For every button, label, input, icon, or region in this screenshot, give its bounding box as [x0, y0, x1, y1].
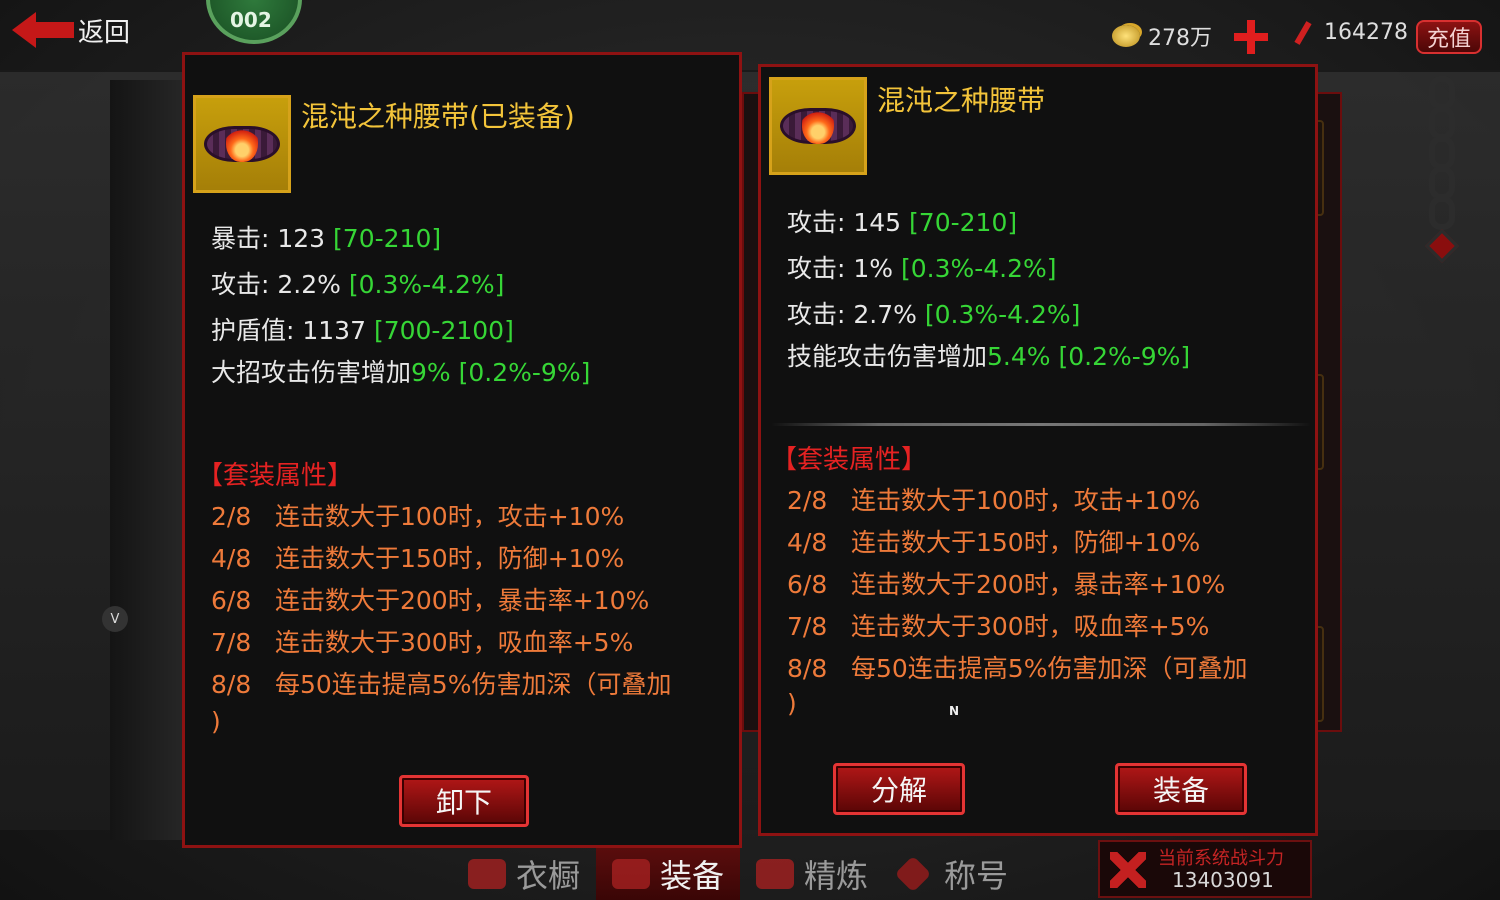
stat-line: 暴击: 123 [70-210] — [211, 224, 442, 253]
equipped-item-panel: 混沌之种腰带(已装备) 暴击: 123 [70-210] 攻击: 2.2% [0… — [182, 52, 742, 848]
set-bonus-line: 6/8 连击数大于200时，暴击率+10% — [211, 586, 650, 615]
set-attributes-header: 【套装属性】 — [197, 461, 354, 491]
back-label: 返回 — [78, 17, 131, 48]
set-bonus-line: 6/8 连击数大于200时，暴击率+10% — [787, 570, 1226, 599]
belt-icon — [769, 77, 867, 175]
tab-title[interactable]: 称号 — [884, 848, 1024, 900]
tab-equipment[interactable]: 装备 — [596, 848, 741, 900]
back-button[interactable]: 返回 — [12, 8, 130, 52]
combat-power-box: 当前系统战斗力 13403091 — [1098, 840, 1312, 898]
stat-line: 攻击: 1% [0.3%-4.2%] — [787, 254, 1057, 283]
decompose-button[interactable]: 分解 — [833, 763, 965, 815]
flame-icon — [802, 104, 834, 144]
back-arrow-icon — [12, 12, 36, 48]
back-arrow-tail — [34, 22, 74, 38]
equip-button[interactable]: 装备 — [1115, 763, 1247, 815]
set-bonus-continuation: ) — [211, 707, 221, 736]
set-bonus-line: 8/8 每50连击提高5%伤害加深（可叠加 — [787, 654, 1248, 683]
combat-power-label: 当前系统战斗力 — [1158, 848, 1284, 869]
flame-icon — [226, 122, 258, 162]
set-bonus-continuation: ) — [787, 689, 797, 718]
vip-toggle[interactable]: V — [102, 606, 128, 632]
set-bonus-line: 7/8 连击数大于300时，吸血率+5% — [211, 628, 634, 657]
coin-icon — [1112, 25, 1140, 47]
set-bonus-line: 2/8 连击数大于100时，攻击+10% — [787, 486, 1201, 515]
recharge-button[interactable]: 充值 — [1416, 20, 1482, 54]
section-divider — [771, 423, 1311, 426]
bottom-tabbar: 衣橱 装备 精炼 称号 — [452, 848, 1152, 900]
tab-refine[interactable]: 精炼 — [740, 848, 884, 900]
stat-line: 大招攻击伤害增加9% [0.2%-9%] — [211, 358, 591, 387]
stat-line: 攻击: 145 [70-210] — [787, 208, 1018, 237]
set-bonus-line: 2/8 连击数大于100时，攻击+10% — [211, 502, 625, 531]
stat-line: 技能攻击伤害增加5.4% [0.2%-9%] — [787, 342, 1191, 371]
stat-line: 攻击: 2.7% [0.3%-4.2%] — [787, 300, 1081, 329]
set-bonus-line: 8/8 每50连击提高5%伤害加深（可叠加 — [211, 670, 672, 699]
gold-display: 278万 — [1112, 20, 1212, 52]
set-bonus-line: 4/8 连击数大于150时，防御+10% — [211, 544, 625, 573]
set-bonus-line: 7/8 连击数大于300时，吸血率+5% — [787, 612, 1210, 641]
unequip-button[interactable]: 卸下 — [399, 775, 529, 827]
diamond-display: 164278 — [1294, 20, 1408, 45]
cursor-marker: N — [949, 704, 960, 718]
diamond-amount: 164278 — [1324, 20, 1408, 45]
stat-line: 攻击: 2.2% [0.3%-4.2%] — [211, 270, 505, 299]
title-icon — [894, 855, 932, 893]
level-badge-text: 002 — [230, 8, 272, 32]
crossed-swords-icon — [1110, 852, 1146, 888]
stat-line: 护盾值: 1137 [700-2100] — [211, 316, 514, 345]
refine-icon — [756, 859, 795, 889]
combat-power-value: 13403091 — [1172, 868, 1274, 892]
belt-icon — [193, 95, 291, 193]
wardrobe-icon — [468, 859, 506, 889]
item-title: 混沌之种腰带(已装备) — [301, 100, 575, 133]
add-gold-button[interactable] — [1234, 20, 1268, 54]
set-bonus-line: 4/8 连击数大于150时，防御+10% — [787, 528, 1201, 557]
item-title: 混沌之种腰带 — [877, 84, 1046, 117]
equipment-icon — [612, 859, 651, 889]
gold-amount: 278万 — [1148, 26, 1212, 51]
new-item-panel: 混沌之种腰带 攻击: 145 [70-210] 攻击: 1% [0.3%-4.2… — [758, 64, 1318, 836]
set-attributes-header: 【套装属性】 — [771, 445, 928, 475]
chain-decoration — [1424, 76, 1460, 280]
gem-icon — [1425, 229, 1459, 263]
tab-wardrobe[interactable]: 衣橱 — [452, 848, 596, 900]
